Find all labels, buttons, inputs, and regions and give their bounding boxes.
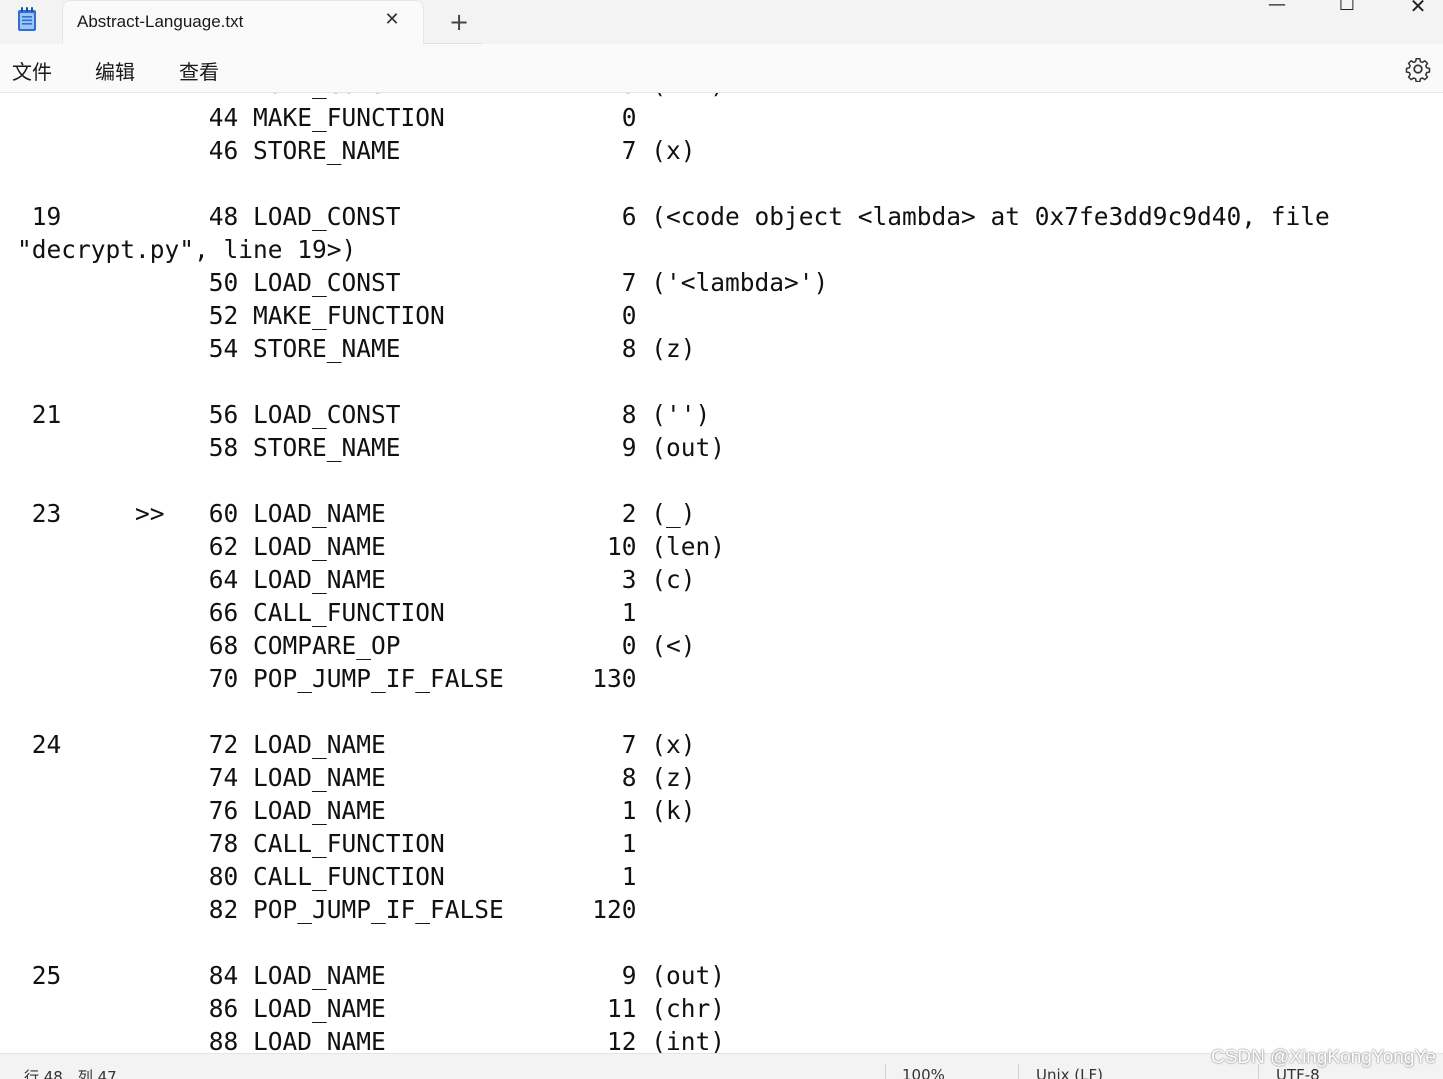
menu-file[interactable]: 文件 [12, 56, 52, 85]
menu-view[interactable]: 查看 [179, 56, 219, 85]
new-tab-button[interactable]: + [445, 8, 473, 36]
line-ending[interactable]: Unix (LF) [1036, 1066, 1103, 1079]
document-tab[interactable]: Abstract-Language.txt ✕ [62, 0, 424, 44]
editor-text-content[interactable]: 42 LOAD_CONST 5 ('x') 44 MAKE_FUNCTION 0… [17, 93, 1330, 1053]
csdn-watermark: CSDN @XingKongYongYe [1211, 1047, 1436, 1068]
tab-close-icon[interactable]: ✕ [381, 9, 403, 31]
menu-bar: 文件 编辑 查看 [0, 44, 1443, 93]
title-bar: Abstract-Language.txt ✕ + — ☐ ✕ [0, 0, 1443, 44]
minimize-button[interactable]: — [1257, 0, 1297, 16]
zoom-level[interactable]: 100% [902, 1066, 945, 1079]
notepad-icon [18, 7, 36, 31]
gear-icon[interactable] [1405, 56, 1431, 82]
status-divider [885, 1064, 886, 1079]
status-divider [1018, 1064, 1019, 1079]
close-window-button[interactable]: ✕ [1398, 0, 1438, 18]
tab-title: Abstract-Language.txt [77, 12, 244, 31]
menu-edit[interactable]: 编辑 [95, 56, 135, 85]
cursor-position[interactable]: 行 48，列 47 [24, 1066, 117, 1079]
maximize-button[interactable]: ☐ [1327, 0, 1367, 16]
text-editor[interactable]: 42 LOAD_CONST 5 ('x') 44 MAKE_FUNCTION 0… [0, 93, 1443, 1053]
